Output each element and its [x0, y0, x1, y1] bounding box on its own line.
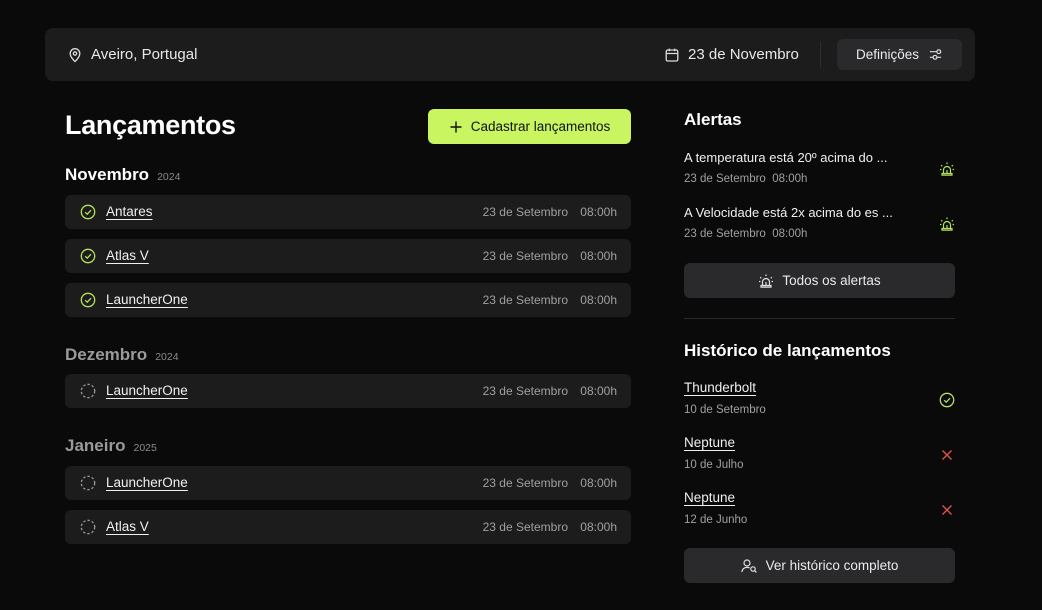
current-date[interactable]: 23 de Novembro: [664, 28, 799, 81]
map-pin-icon: [67, 47, 83, 63]
all-alerts-label: Todos os alertas: [782, 273, 881, 288]
add-launch-label: Cadastrar lançamentos: [470, 119, 611, 134]
month-year: 2024: [157, 171, 181, 183]
all-alerts-button[interactable]: Todos os alertas: [684, 263, 955, 298]
launch-row[interactable]: LauncherOne 23 de Setembro 08:00h: [65, 374, 631, 408]
alert-time: 08:00h: [772, 173, 808, 185]
launch-time: 08:00h: [580, 384, 617, 398]
launch-row[interactable]: Atlas V 23 de Setembro 08:00h: [65, 239, 631, 273]
alert-meta: 23 de Setembro 08:00h: [684, 173, 807, 185]
full-history-label: Ver histórico completo: [765, 558, 899, 573]
top-bar: Aveiro, Portugal 23 de Novembro Definiçõ…: [45, 28, 975, 81]
launch-name[interactable]: LauncherOne: [106, 466, 188, 500]
launch-name[interactable]: Antares: [106, 195, 153, 229]
launch-row[interactable]: Antares 23 de Setembro 08:00h: [65, 195, 631, 229]
alert-text: A temperatura está 20º acima do ...: [684, 150, 888, 165]
alert-date: 23 de Setembro: [684, 228, 766, 240]
month-header: Dezembro 2024: [65, 345, 179, 365]
location-text: Aveiro, Portugal: [91, 46, 198, 63]
full-history-button[interactable]: Ver histórico completo: [684, 548, 955, 583]
month-year: 2025: [133, 442, 157, 454]
alert-text: A Velocidade está 2x acima do es ...: [684, 205, 893, 220]
sliders-icon: [928, 47, 943, 62]
alert-meta: 23 de Setembro 08:00h: [684, 228, 807, 240]
history-date: 12 de Junho: [684, 514, 748, 526]
check-circle-icon: [80, 248, 96, 264]
history-name[interactable]: Neptune: [684, 435, 735, 450]
launch-name[interactable]: Atlas V: [106, 239, 149, 273]
history-title: Histórico de lançamentos: [684, 341, 891, 360]
current-date-text: 23 de Novembro: [688, 46, 799, 63]
month-name: Janeiro: [65, 436, 126, 455]
close-icon: [939, 502, 955, 518]
month-header: Novembro 2024: [65, 165, 180, 185]
divider: [684, 318, 955, 319]
history-item[interactable]: Neptune 10 de Julho: [684, 435, 955, 475]
launch-row[interactable]: Atlas V 23 de Setembro 08:00h: [65, 510, 631, 544]
launch-time: 08:00h: [580, 205, 617, 219]
launches-title: Lançamentos: [65, 110, 236, 140]
launch-date: 23 de Setembro: [482, 205, 568, 219]
alert-time: 08:00h: [772, 228, 808, 240]
history-item[interactable]: Neptune 12 de Junho: [684, 490, 955, 530]
alert-item[interactable]: A temperatura está 20º acima do ... 23 d…: [684, 150, 955, 190]
alert-date: 23 de Setembro: [684, 173, 766, 185]
check-circle-icon: [939, 392, 955, 408]
launch-date: 23 de Setembro: [482, 476, 568, 490]
launch-name[interactable]: Atlas V: [106, 510, 149, 544]
divider: [820, 42, 821, 68]
alert-item[interactable]: A Velocidade está 2x acima do es ... 23 …: [684, 205, 955, 245]
alerts-title: Alertas: [684, 110, 742, 129]
launch-date: 23 de Setembro: [482, 249, 568, 263]
dashed-circle-icon: [80, 383, 96, 399]
history-date: 10 de Julho: [684, 459, 744, 471]
dashed-circle-icon: [80, 519, 96, 535]
launch-time: 08:00h: [580, 520, 617, 534]
location[interactable]: Aveiro, Portugal: [67, 28, 197, 81]
plus-icon: [449, 120, 463, 134]
user-search-icon: [740, 558, 758, 574]
history-date: 10 de Setembro: [684, 404, 766, 416]
launch-date: 23 de Setembro: [482, 293, 568, 307]
check-circle-icon: [80, 204, 96, 220]
launch-date: 23 de Setembro: [482, 384, 568, 398]
launch-time: 08:00h: [580, 249, 617, 263]
launch-time: 08:00h: [580, 476, 617, 490]
history-name[interactable]: Neptune: [684, 490, 735, 505]
launch-name[interactable]: LauncherOne: [106, 283, 188, 317]
dashed-circle-icon: [80, 475, 96, 491]
launch-time: 08:00h: [580, 293, 617, 307]
launch-name[interactable]: LauncherOne: [106, 374, 188, 408]
add-launch-button[interactable]: Cadastrar lançamentos: [428, 109, 631, 144]
month-year: 2024: [155, 351, 179, 363]
calendar-icon: [664, 47, 680, 63]
settings-button[interactable]: Definições: [837, 39, 962, 70]
launch-row[interactable]: LauncherOne 23 de Setembro 08:00h: [65, 466, 631, 500]
siren-icon: [758, 273, 774, 289]
close-icon: [939, 447, 955, 463]
settings-label: Definições: [855, 47, 920, 62]
siren-icon: [939, 161, 955, 177]
month-header: Janeiro 2025: [65, 436, 157, 456]
launch-row[interactable]: LauncherOne 23 de Setembro 08:00h: [65, 283, 631, 317]
history-name[interactable]: Thunderbolt: [684, 380, 756, 395]
month-name: Dezembro: [65, 345, 148, 364]
check-circle-icon: [80, 292, 96, 308]
history-item[interactable]: Thunderbolt 10 de Setembro: [684, 380, 955, 420]
launch-date: 23 de Setembro: [482, 520, 568, 534]
month-name: Novembro: [65, 165, 150, 184]
siren-icon: [939, 216, 955, 232]
